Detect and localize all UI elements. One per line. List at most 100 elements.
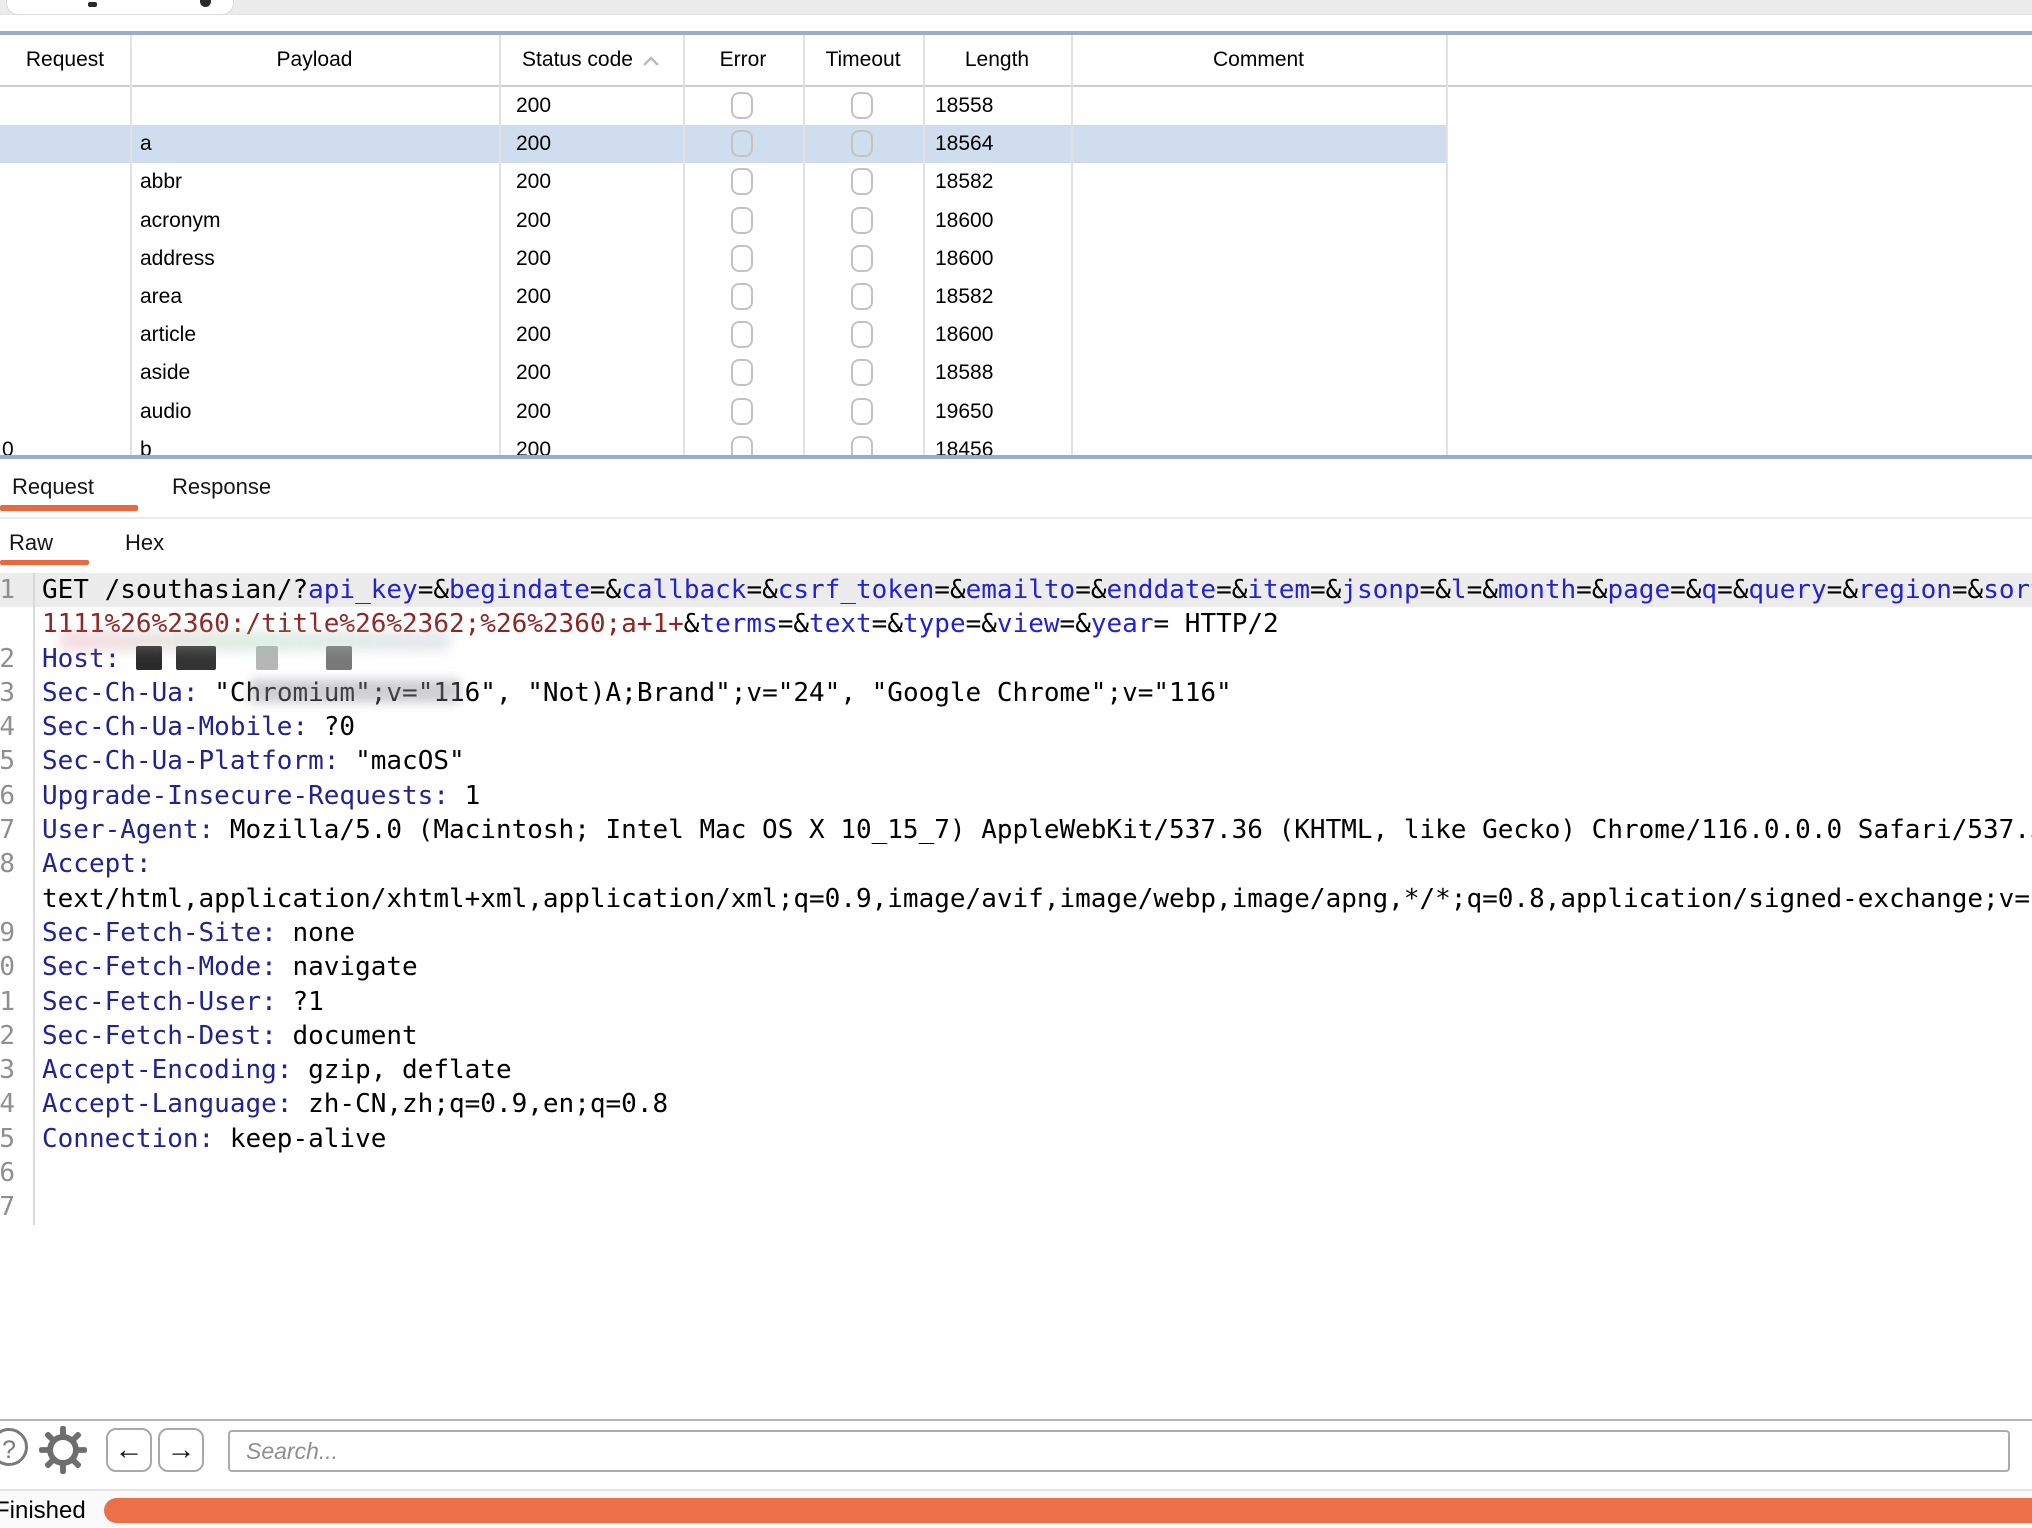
- column-header-timeout[interactable]: Timeout: [803, 35, 923, 85]
- previous-button[interactable]: ←: [106, 1428, 152, 1472]
- table-row[interactable]: article20018600: [0, 316, 1446, 354]
- editor-line-content[interactable]: [33, 1156, 2032, 1190]
- error-checkbox[interactable]: [731, 207, 753, 234]
- timeout-checkbox[interactable]: [851, 359, 873, 386]
- column-header-status-code[interactable]: Status code: [499, 35, 683, 85]
- editor-line-content[interactable]: Upgrade-Insecure-Requests: 1: [33, 779, 2032, 813]
- payload-cell: address: [140, 240, 215, 278]
- length-cell: 18582: [935, 278, 993, 316]
- editor-line-content[interactable]: Sec-Ch-Ua: "Chromium";v="116", "Not)A;Br…: [33, 676, 2032, 710]
- timeout-checkbox[interactable]: [851, 207, 873, 234]
- timeout-checkbox[interactable]: [851, 436, 873, 455]
- top-tab-strip: [0, 0, 2032, 15]
- results-header: RequestPayloadStatus codeErrorTimeoutLen…: [0, 35, 2032, 85]
- length-cell: 18558: [935, 87, 993, 125]
- tab-raw[interactable]: Raw: [9, 529, 53, 557]
- error-checkbox[interactable]: [731, 321, 753, 348]
- timeout-checkbox[interactable]: [851, 92, 873, 119]
- column-border: [923, 35, 925, 456]
- editor-line-content[interactable]: GET /southasian/?api_key=&begindate=&cal…: [33, 573, 2032, 607]
- editor-line: 11Sec-Fetch-User: ?1: [0, 985, 2032, 1019]
- line-number-gutter: 8: [0, 847, 33, 881]
- error-checkbox[interactable]: [731, 245, 753, 272]
- error-checkbox[interactable]: [731, 92, 753, 119]
- table-row[interactable]: a20018564: [0, 125, 1446, 163]
- status-code-cell: 200: [516, 87, 551, 125]
- column-border: [130, 35, 132, 456]
- redaction-block: [326, 646, 352, 670]
- editor-line-content[interactable]: User-Agent: Mozilla/5.0 (Macintosh; Inte…: [33, 813, 2032, 847]
- length-cell: 18582: [935, 163, 993, 201]
- error-checkbox[interactable]: [731, 283, 753, 310]
- status-code-cell: 200: [516, 354, 551, 392]
- editor-line-content[interactable]: Accept-Encoding: gzip, deflate: [33, 1053, 2032, 1087]
- table-row[interactable]: abbr20018582: [0, 163, 1446, 201]
- editor-line-content[interactable]: Sec-Fetch-Mode: navigate: [33, 950, 2032, 984]
- timeout-checkbox[interactable]: [851, 321, 873, 348]
- error-checkbox[interactable]: [731, 436, 753, 455]
- column-border: [1446, 35, 1448, 456]
- editor-line: 3Sec-Ch-Ua: "Chromium";v="116", "Not)A;B…: [0, 676, 2032, 710]
- editor-line-content[interactable]: Host:: [33, 642, 2032, 676]
- editor-line-content[interactable]: 1111%26%2360:/title%26%2362;%26%2360;a+1…: [33, 607, 2032, 641]
- error-checkbox[interactable]: [731, 359, 753, 386]
- error-checkbox[interactable]: [731, 168, 753, 195]
- gear-icon[interactable]: [38, 1425, 88, 1475]
- help-icon[interactable]: ?: [0, 1428, 28, 1466]
- editor-line-content[interactable]: Accept-Language: zh-CN,zh;q=0.9,en;q=0.8: [33, 1087, 2032, 1121]
- redaction-block: [256, 646, 278, 670]
- timeout-checkbox[interactable]: [851, 168, 873, 195]
- table-row[interactable]: aside20018588: [0, 354, 1446, 392]
- status-bar: Finished: [0, 1489, 2032, 1528]
- tab-request[interactable]: Request: [12, 472, 94, 502]
- length-cell: 18600: [935, 202, 993, 240]
- status-code-cell: 200: [516, 316, 551, 354]
- column-header-request[interactable]: Request: [0, 35, 130, 85]
- editor-line-content[interactable]: Sec-Fetch-Site: none: [33, 916, 2032, 950]
- next-button[interactable]: →: [158, 1428, 204, 1472]
- editor-line: 6Upgrade-Insecure-Requests: 1: [0, 779, 2032, 813]
- column-header-comment[interactable]: Comment: [1071, 35, 1446, 85]
- payload-cell: a: [140, 125, 152, 163]
- payload-cell: acronym: [140, 202, 221, 240]
- editor-line-content[interactable]: Connection: keep-alive: [33, 1122, 2032, 1156]
- editor-line-content[interactable]: Accept:: [33, 847, 2032, 881]
- column-header-length[interactable]: Length: [923, 35, 1071, 85]
- timeout-checkbox[interactable]: [851, 398, 873, 425]
- table-row[interactable]: audio20019650: [0, 393, 1446, 431]
- editor-line-content[interactable]: Sec-Fetch-Dest: document: [33, 1019, 2032, 1053]
- line-number-gutter: 13: [0, 1053, 33, 1087]
- editor-line-content[interactable]: Sec-Ch-Ua-Platform: "macOS": [33, 744, 2032, 778]
- timeout-checkbox[interactable]: [851, 130, 873, 157]
- line-number-gutter: 12: [0, 1019, 33, 1053]
- tab-hex[interactable]: Hex: [125, 529, 164, 557]
- table-row[interactable]: 200 18558: [0, 87, 1446, 125]
- table-row[interactable]: area20018582: [0, 278, 1446, 316]
- timeout-checkbox[interactable]: [851, 283, 873, 310]
- request-editor[interactable]: 1GET /southasian/?api_key=&begindate=&ca…: [0, 573, 2032, 1419]
- editor-line-content[interactable]: Sec-Fetch-User: ?1: [33, 985, 2032, 1019]
- editor-line-content[interactable]: text/html,application/xhtml+xml,applicat…: [33, 882, 2032, 916]
- error-checkbox[interactable]: [731, 398, 753, 425]
- payload-cell: b: [140, 431, 152, 455]
- tab-response[interactable]: Response: [172, 472, 271, 502]
- search-input[interactable]: [228, 1430, 2010, 1472]
- active-view-underline: [0, 560, 89, 565]
- bottom-toolbar: ? ← →: [0, 1421, 2032, 1489]
- timeout-checkbox[interactable]: [851, 245, 873, 272]
- table-row[interactable]: 0b20018456: [0, 431, 1446, 455]
- editor-line-content[interactable]: Sec-Ch-Ua-Mobile: ?0: [33, 710, 2032, 744]
- request-cell: 0: [2, 431, 14, 455]
- line-number-gutter: [0, 882, 33, 916]
- message-tabs: Request Response: [0, 459, 2032, 517]
- line-number-gutter: [0, 607, 33, 641]
- column-header-error[interactable]: Error: [683, 35, 803, 85]
- table-row[interactable]: address20018600: [0, 240, 1446, 278]
- sort-ascending-icon: [642, 55, 660, 67]
- editor-line-content[interactable]: [33, 1190, 2032, 1224]
- error-checkbox[interactable]: [731, 130, 753, 157]
- table-row[interactable]: acronym20018600: [0, 202, 1446, 240]
- column-header-payload[interactable]: Payload: [130, 35, 499, 85]
- progress-bar: [104, 1498, 2032, 1523]
- column-border: [1071, 35, 1073, 456]
